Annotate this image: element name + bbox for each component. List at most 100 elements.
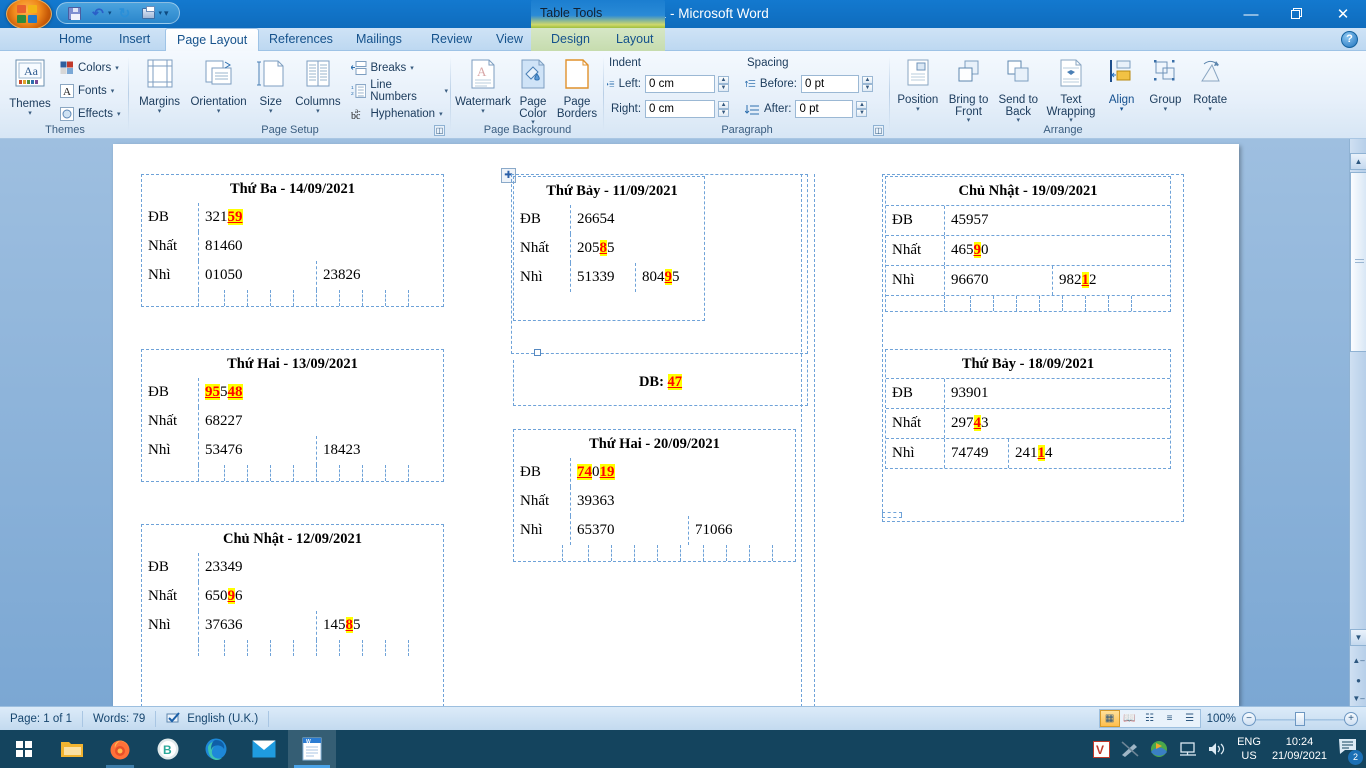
tab-home[interactable]: Home bbox=[48, 28, 103, 51]
print-caret-icon[interactable]: ▾ bbox=[159, 9, 163, 17]
chevron-down-icon[interactable]: ▾ bbox=[444, 88, 448, 95]
chevron-down-icon[interactable]: ▾ bbox=[916, 106, 920, 113]
watermark-button[interactable]: A Watermark ▾ bbox=[454, 55, 512, 115]
indent-right-stepper[interactable]: ▲ ▼ bbox=[718, 101, 730, 117]
tab-layout[interactable]: Layout bbox=[605, 28, 665, 51]
note-db-47[interactable]: DB: 47 bbox=[513, 360, 808, 406]
indent-right-input[interactable] bbox=[645, 100, 716, 118]
zoom-out-button[interactable]: − bbox=[1242, 711, 1256, 726]
scrollbar-thumb[interactable] bbox=[1350, 172, 1366, 352]
zoom-level[interactable]: 100% bbox=[1207, 713, 1236, 725]
select-browse-object-button[interactable]: ● bbox=[1350, 673, 1366, 690]
breaks-button[interactable]: Breaks ▾ bbox=[350, 57, 449, 79]
minimize-button[interactable]: — bbox=[1228, 0, 1274, 28]
save-icon[interactable] bbox=[63, 4, 85, 22]
zoom-in-button[interactable]: + bbox=[1344, 711, 1358, 726]
table-resize-handle[interactable] bbox=[534, 349, 541, 356]
spacing-before-stepper[interactable]: ▲ ▼ bbox=[862, 76, 873, 92]
notification-center-button[interactable]: 2 bbox=[1338, 738, 1363, 765]
table-thu-ba-14-09-2021[interactable]: Thứ Ba - 14/09/2021 ĐB 32159 Nhất 81460 … bbox=[141, 174, 444, 307]
status-words[interactable]: Words: 79 bbox=[83, 710, 157, 727]
language-indicator[interactable]: ENG US bbox=[1237, 735, 1261, 763]
status-page[interactable]: Page: 1 of 1 bbox=[0, 710, 84, 727]
start-button[interactable] bbox=[0, 730, 48, 768]
table-thu-hai-13-09-2021[interactable]: Thứ Hai - 13/09/2021 ĐB 95548 Nhất 68227… bbox=[141, 349, 444, 482]
page-color-button[interactable]: Page Color ▾ bbox=[512, 55, 554, 126]
vpn-icon[interactable]: V bbox=[1093, 740, 1111, 758]
pen-icon[interactable] bbox=[1121, 741, 1139, 757]
align-button[interactable]: Align ▾ bbox=[1100, 55, 1144, 113]
indent-left-stepper[interactable]: ▲ ▼ bbox=[718, 76, 729, 92]
chevron-down-icon[interactable]: ▾ bbox=[1120, 106, 1124, 113]
chevron-down-icon[interactable]: ▾ bbox=[269, 108, 273, 115]
chevron-down-icon[interactable]: ▾ bbox=[481, 108, 485, 115]
text-wrapping-button[interactable]: Text Wrapping ▾ bbox=[1042, 55, 1100, 124]
margins-button[interactable]: Margins ▾ bbox=[132, 55, 187, 115]
updater-icon[interactable] bbox=[1150, 740, 1168, 758]
spacing-before-input[interactable] bbox=[801, 75, 859, 93]
tab-insert[interactable]: Insert bbox=[108, 28, 161, 51]
undo-icon[interactable]: ↶ bbox=[87, 4, 109, 22]
scroll-down-button[interactable]: ▼ bbox=[1350, 629, 1366, 646]
clock[interactable]: 10:24 21/09/2021 bbox=[1272, 735, 1327, 763]
page-setup-dialog-launcher[interactable]: ◫ bbox=[434, 125, 445, 136]
theme-effects-button[interactable]: Effects ▾ bbox=[60, 103, 120, 125]
redo-icon[interactable]: ↻ bbox=[114, 4, 136, 22]
restore-button[interactable] bbox=[1274, 0, 1320, 28]
chevron-down-icon[interactable]: ▾ bbox=[1017, 117, 1021, 124]
scroll-up-button[interactable]: ▲ bbox=[1350, 153, 1366, 170]
chevron-down-icon[interactable]: ▾ bbox=[439, 111, 443, 118]
vertical-scrollbar[interactable]: ▲ ▼ ▲– ● ▼– bbox=[1349, 139, 1366, 706]
customize-qat-icon[interactable]: ▾ bbox=[164, 8, 169, 19]
size-button[interactable]: Size ▾ bbox=[250, 55, 291, 115]
table-thu-hai-20-09-2021[interactable]: Thứ Hai - 20/09/2021 ĐB 74019 Nhất 39363… bbox=[513, 429, 796, 562]
chevron-down-icon[interactable]: ▾ bbox=[217, 108, 221, 115]
bring-to-front-button[interactable]: Bring to Front ▾ bbox=[943, 55, 995, 124]
table-thu-bay-18-09-2021[interactable]: Thứ Bảy - 18/09/2021 ĐB 93901 Nhất 29743… bbox=[885, 349, 1171, 469]
hyphenation-button[interactable]: bc a- Hyphenation ▾ bbox=[351, 103, 449, 125]
taskbar-firefox[interactable] bbox=[96, 730, 144, 768]
draft-view-icon[interactable]: ☰ bbox=[1180, 710, 1200, 727]
send-to-back-button[interactable]: Send to Back ▾ bbox=[994, 55, 1042, 124]
position-button[interactable]: Position ▾ bbox=[893, 55, 943, 113]
tab-review[interactable]: Review bbox=[420, 28, 483, 51]
zoom-slider[interactable]: − + bbox=[1242, 711, 1358, 726]
theme-fonts-button[interactable]: A Fonts ▾ bbox=[60, 80, 120, 102]
taskbar-edge[interactable] bbox=[192, 730, 240, 768]
themes-button[interactable]: Aa Themes ▾ bbox=[4, 55, 56, 117]
spacing-after-stepper[interactable]: ▲ ▼ bbox=[856, 101, 868, 117]
tab-design[interactable]: Design bbox=[540, 28, 601, 51]
table-chu-nhat-19-09-2021[interactable]: Chủ Nhật - 19/09/2021 ĐB 45957 Nhất 4659… bbox=[885, 176, 1171, 312]
outline-view-icon[interactable]: ≡ bbox=[1160, 710, 1180, 727]
chevron-down-icon[interactable]: ▾ bbox=[967, 117, 971, 124]
chevron-down-icon[interactable]: ▾ bbox=[158, 108, 162, 115]
orientation-button[interactable]: Orientation ▾ bbox=[187, 55, 250, 115]
line-numbers-button[interactable]: 1 2 Line Numbers ▾ bbox=[351, 79, 449, 103]
office-button[interactable] bbox=[6, 0, 52, 28]
page-borders-button[interactable]: Page Borders bbox=[554, 55, 600, 120]
chevron-down-icon[interactable]: ▾ bbox=[115, 65, 119, 72]
chevron-down-icon[interactable]: ▾ bbox=[1069, 117, 1073, 124]
tab-mailings[interactable]: Mailings bbox=[345, 28, 413, 51]
chevron-down-icon[interactable]: ▾ bbox=[1164, 106, 1168, 113]
chevron-down-icon[interactable]: ▾ bbox=[316, 108, 320, 115]
network-icon[interactable] bbox=[1179, 741, 1197, 757]
tab-references[interactable]: References bbox=[258, 28, 344, 51]
full-screen-reading-view-icon[interactable]: 📖 bbox=[1120, 710, 1140, 727]
status-language[interactable]: English (U.K.) bbox=[156, 710, 270, 727]
taskbar-bluestacks[interactable]: B bbox=[144, 730, 192, 768]
chevron-down-icon[interactable]: ▾ bbox=[28, 110, 32, 117]
close-button[interactable]: ✕ bbox=[1320, 0, 1366, 28]
undo-caret-icon[interactable]: ▾ bbox=[108, 9, 112, 17]
chevron-down-icon[interactable]: ▾ bbox=[117, 111, 121, 118]
tab-page-layout[interactable]: Page Layout bbox=[165, 28, 260, 51]
rotate-button[interactable]: Rotate ▾ bbox=[1187, 55, 1233, 113]
taskbar-file-explorer[interactable] bbox=[48, 730, 96, 768]
web-layout-view-icon[interactable]: ☷ bbox=[1140, 710, 1160, 727]
volume-icon[interactable] bbox=[1208, 741, 1226, 757]
zoom-slider-thumb[interactable] bbox=[1295, 711, 1305, 726]
print-layout-view-icon[interactable]: ▦ bbox=[1099, 710, 1120, 727]
previous-page-button[interactable]: ▲– bbox=[1350, 653, 1366, 670]
columns-button[interactable]: Columns ▾ bbox=[291, 55, 344, 115]
indent-left-input[interactable] bbox=[645, 75, 715, 93]
